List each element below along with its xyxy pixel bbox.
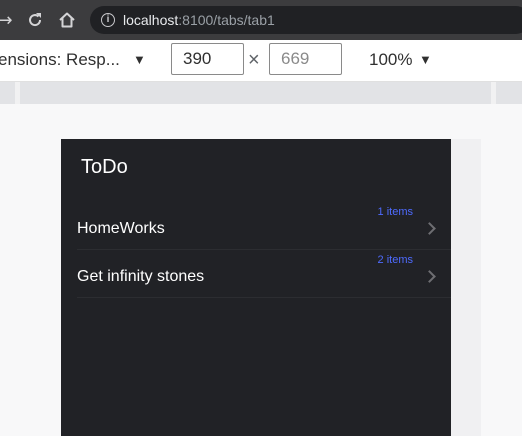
times-separator: × (248, 49, 260, 71)
media-query-ruler (0, 82, 522, 104)
browser-toolbar: → i localhost:8100/tabs/tab1 (0, 0, 522, 40)
item-count: 1 items (377, 206, 413, 218)
height-input[interactable]: 669 (269, 43, 342, 75)
divider (77, 297, 451, 298)
url-text: localhost:8100/tabs/tab1 (123, 12, 275, 28)
chevron-right-icon (423, 270, 436, 283)
dimensions-caret-icon[interactable]: ▼ (133, 52, 146, 67)
ruler-segment[interactable] (0, 82, 15, 104)
list-item[interactable]: 2 items Get infinity stones (61, 250, 451, 298)
page-title: ToDo (81, 156, 128, 178)
zoom-caret-icon[interactable]: ▼ (419, 52, 432, 67)
url-path: :8100/tabs/tab1 (178, 12, 275, 28)
item-label: HomeWorks (77, 220, 165, 237)
address-bar[interactable]: i localhost:8100/tabs/tab1 (90, 6, 522, 34)
reload-icon[interactable] (24, 9, 46, 31)
width-input[interactable]: 390 (171, 43, 244, 75)
url-host: localhost (123, 12, 179, 28)
device-edge (451, 139, 481, 436)
home-icon[interactable] (56, 9, 78, 31)
ruler-segment[interactable] (20, 82, 491, 104)
list-item[interactable]: 1 items HomeWorks (61, 202, 451, 250)
zoom-dropdown[interactable]: 100% (369, 50, 412, 70)
forward-icon[interactable]: → (0, 9, 16, 31)
site-info-icon[interactable]: i (101, 13, 115, 27)
item-count: 2 items (377, 254, 413, 266)
item-label: Get infinity stones (77, 268, 205, 285)
ruler-segment[interactable] (496, 82, 522, 104)
chevron-right-icon (423, 222, 436, 235)
dimensions-dropdown[interactable]: ensions: Resp... (0, 50, 120, 70)
device-toolbar: ensions: Resp... ▼ 390 × 669 100% ▼ (0, 40, 522, 82)
device-viewport: ToDo 1 items HomeWorks 2 items Get infin… (61, 139, 451, 436)
